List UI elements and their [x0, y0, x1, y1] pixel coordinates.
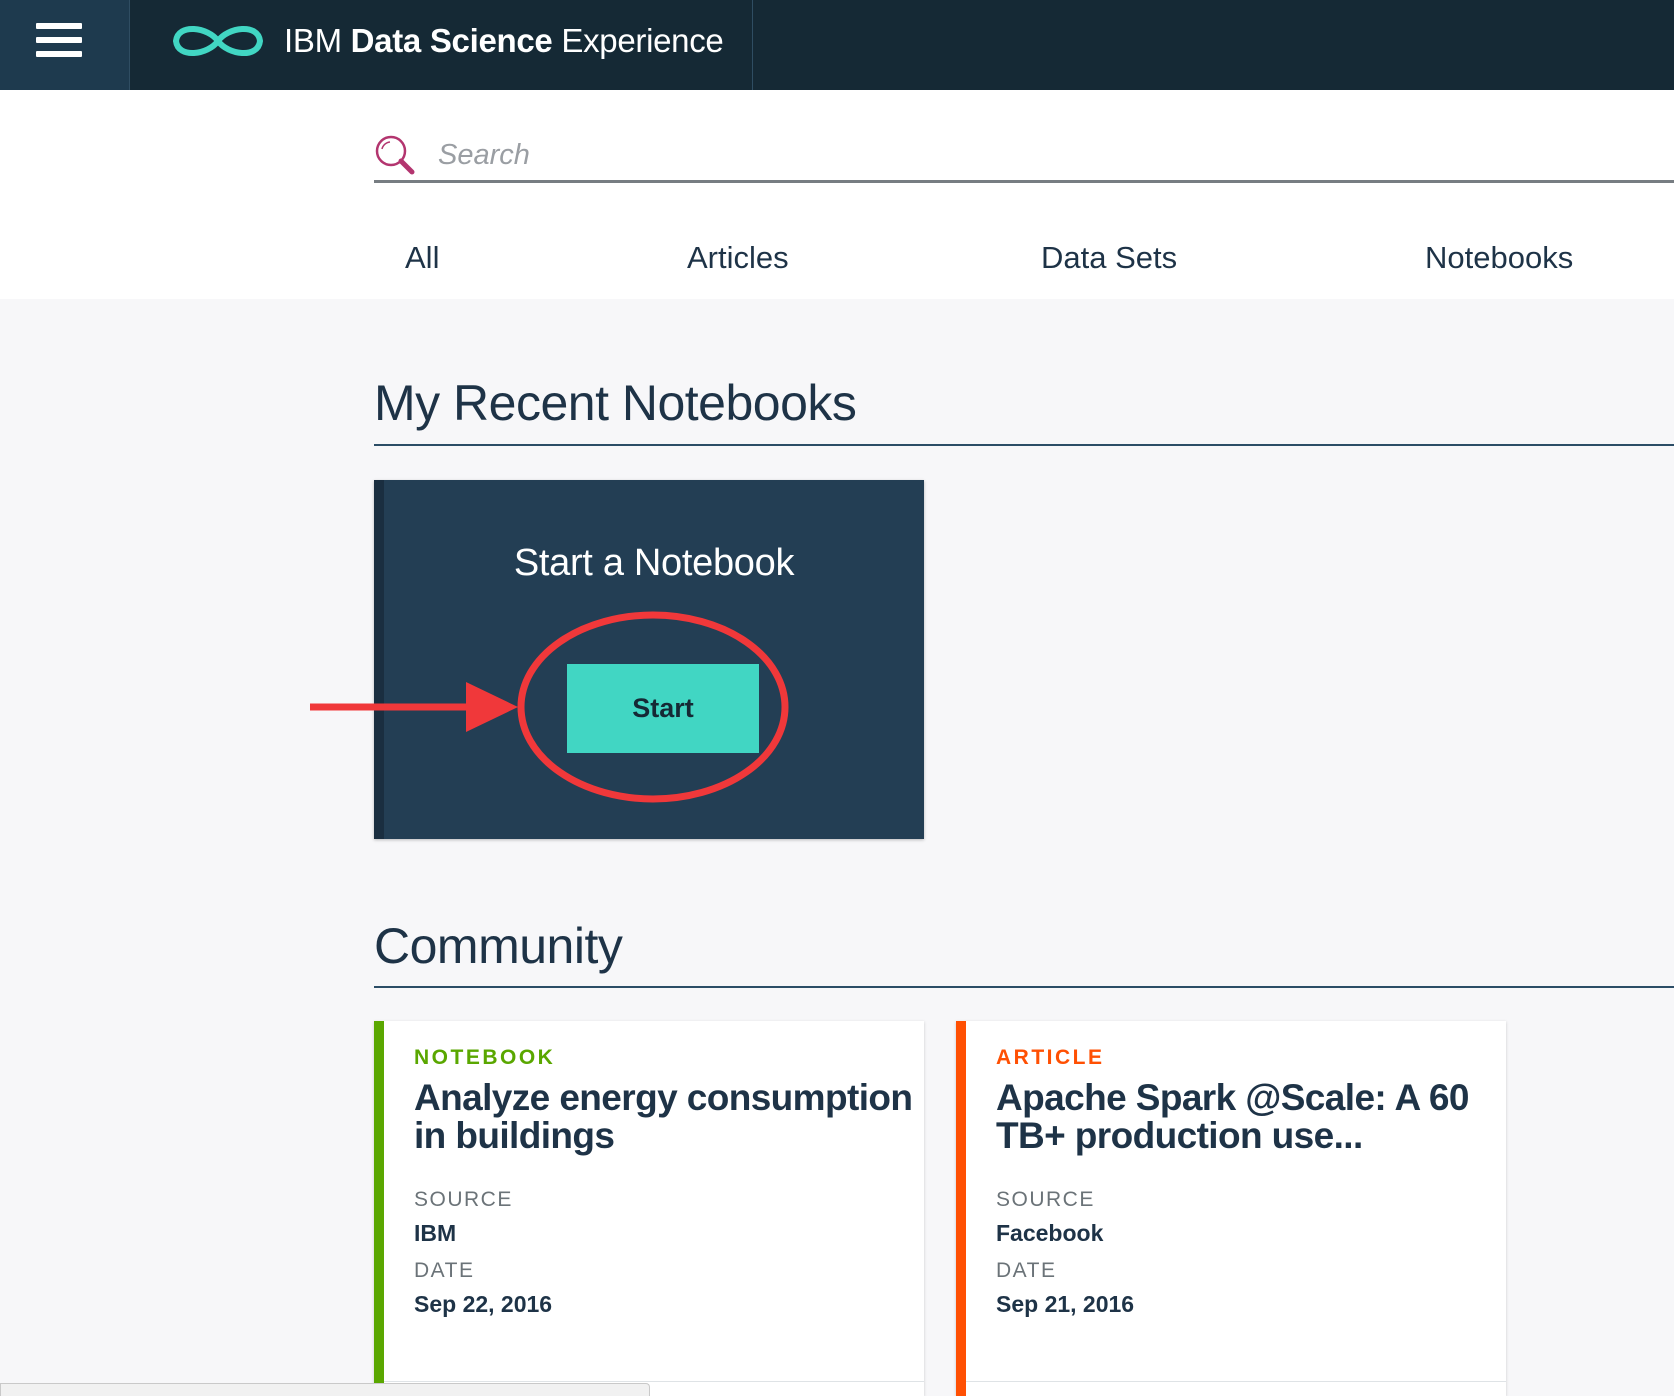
- tab-all[interactable]: All: [405, 240, 439, 276]
- card-date-value: Sep 22, 2016: [414, 1291, 553, 1317]
- card-footer-divider: [966, 1381, 1506, 1382]
- browser-status-tooltip: [0, 1383, 650, 1396]
- start-notebook-title: Start a Notebook: [513, 542, 795, 584]
- card-date-label: DATE: [996, 1259, 1057, 1282]
- search-bar: [374, 130, 1674, 183]
- search-input[interactable]: [436, 134, 1640, 176]
- app-title-bold: Data Science: [350, 22, 553, 59]
- card-source-value: Facebook: [996, 1220, 1104, 1246]
- search-icon[interactable]: [374, 134, 416, 176]
- tab-articles[interactable]: Articles: [687, 240, 789, 276]
- community-heading: Community: [374, 918, 623, 974]
- community-card-article[interactable]: ARTICLE Apache Spark @Scale: A 60 TB+ pr…: [956, 1021, 1506, 1396]
- card-date-label: DATE: [414, 1259, 475, 1282]
- tab-data-sets[interactable]: Data Sets: [1041, 240, 1177, 276]
- card-source-value: IBM: [414, 1220, 457, 1246]
- card-type-label: ARTICLE: [996, 1046, 1105, 1069]
- app-title-suffix: Experience: [552, 22, 724, 59]
- card-footer-divider: [384, 1381, 924, 1382]
- start-button[interactable]: Start: [567, 664, 759, 753]
- card-title[interactable]: Analyze energy consumption in buildings: [414, 1079, 914, 1155]
- community-card-notebook[interactable]: NOTEBOOK Analyze energy consumption in b…: [374, 1021, 924, 1396]
- card-source-label: SOURCE: [414, 1188, 513, 1211]
- search-area: All Articles Data Sets Notebooks: [0, 90, 1674, 299]
- infinity-logo-icon: [173, 25, 263, 57]
- app-title-prefix: IBM: [284, 22, 351, 59]
- recent-notebooks-heading: My Recent Notebooks: [374, 375, 857, 431]
- card-type-label: NOTEBOOK: [414, 1046, 556, 1069]
- hamburger-menu-button[interactable]: [0, 0, 130, 90]
- community-divider: [374, 986, 1674, 988]
- card-source-label: SOURCE: [996, 1188, 1095, 1211]
- tab-notebooks[interactable]: Notebooks: [1425, 240, 1573, 276]
- filter-tabs: All Articles Data Sets Notebooks: [0, 240, 1674, 299]
- top-navigation-bar: IBM Data Science Experience: [0, 0, 1674, 90]
- card-title[interactable]: Apache Spark @Scale: A 60 TB+ production…: [996, 1079, 1496, 1155]
- card-date-value: Sep 21, 2016: [996, 1291, 1135, 1317]
- start-notebook-card: Start a Notebook Start: [374, 480, 924, 839]
- app-title: IBM Data Science Experience: [284, 22, 724, 60]
- brand-area[interactable]: IBM Data Science Experience: [130, 0, 753, 90]
- recent-notebooks-divider: [374, 444, 1674, 446]
